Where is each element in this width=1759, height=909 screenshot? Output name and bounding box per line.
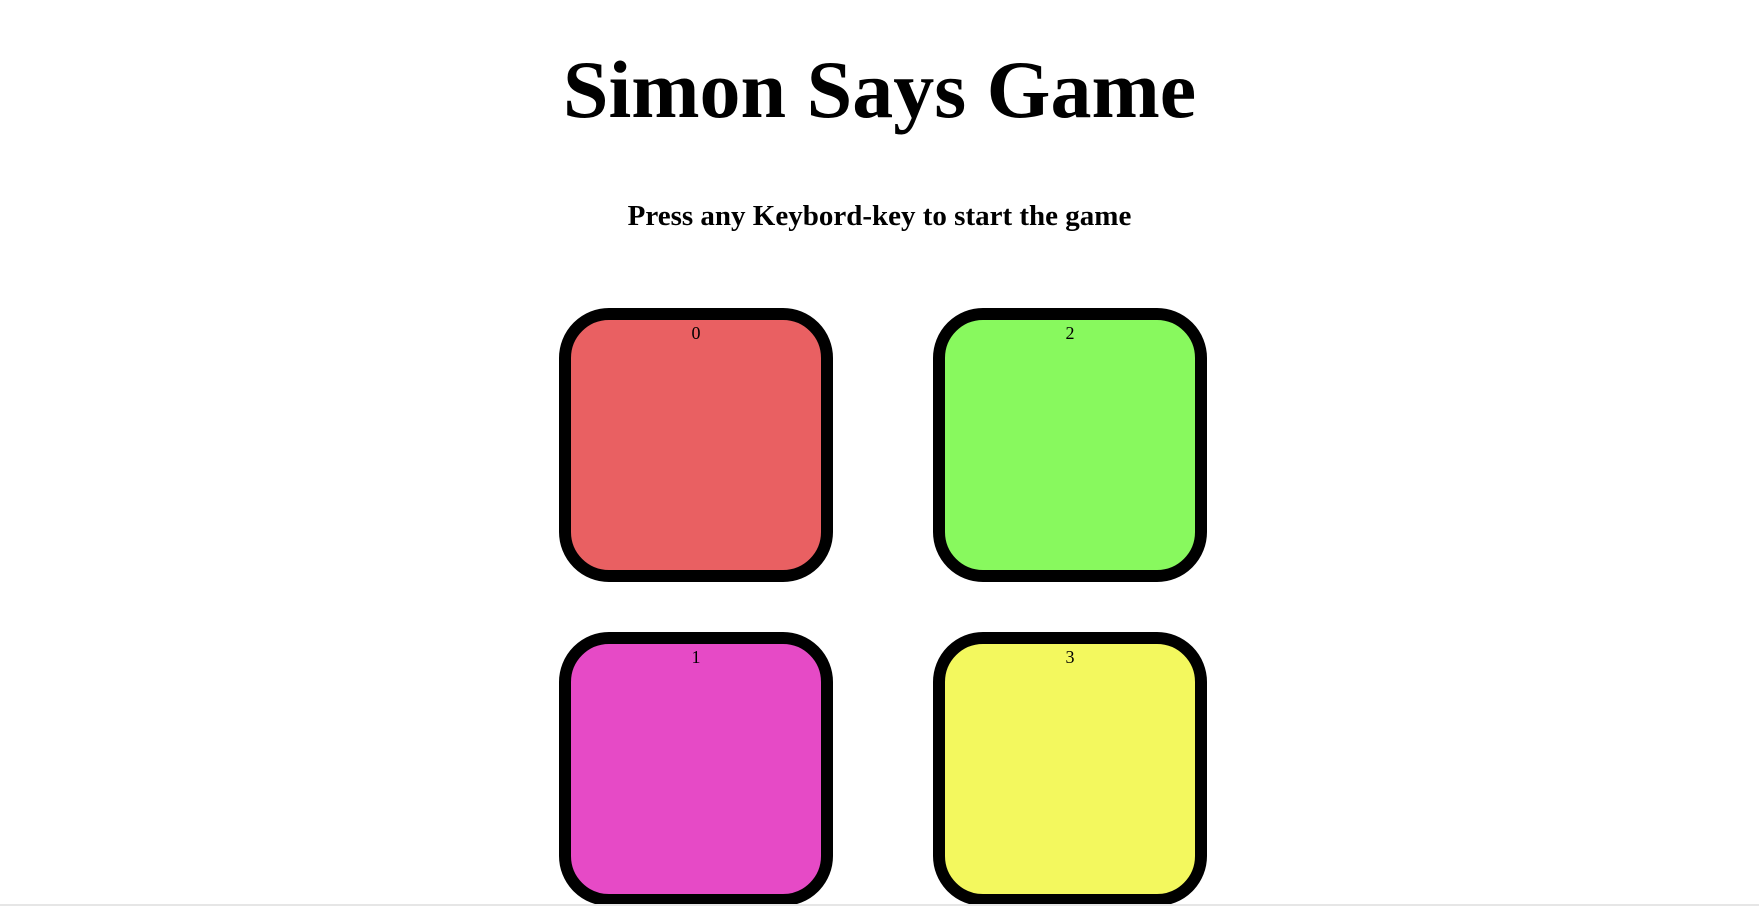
game-button-red[interactable]: 0	[559, 308, 833, 582]
game-page: Simon Says Game Press any Keybord-key to…	[0, 0, 1759, 909]
game-button-yellow[interactable]: 3	[933, 632, 1207, 906]
game-button-label: 2	[1065, 323, 1075, 343]
page-bottom-divider	[0, 904, 1759, 906]
game-button-pink[interactable]: 1	[559, 632, 833, 906]
game-button-label: 0	[691, 323, 701, 343]
game-button-label: 1	[691, 647, 701, 667]
page-title: Simon Says Game	[562, 44, 1197, 135]
game-button-label: 3	[1065, 647, 1075, 667]
game-button-green[interactable]: 2	[933, 308, 1207, 582]
level-status: Press any Keybord-key to start the game	[627, 200, 1132, 232]
